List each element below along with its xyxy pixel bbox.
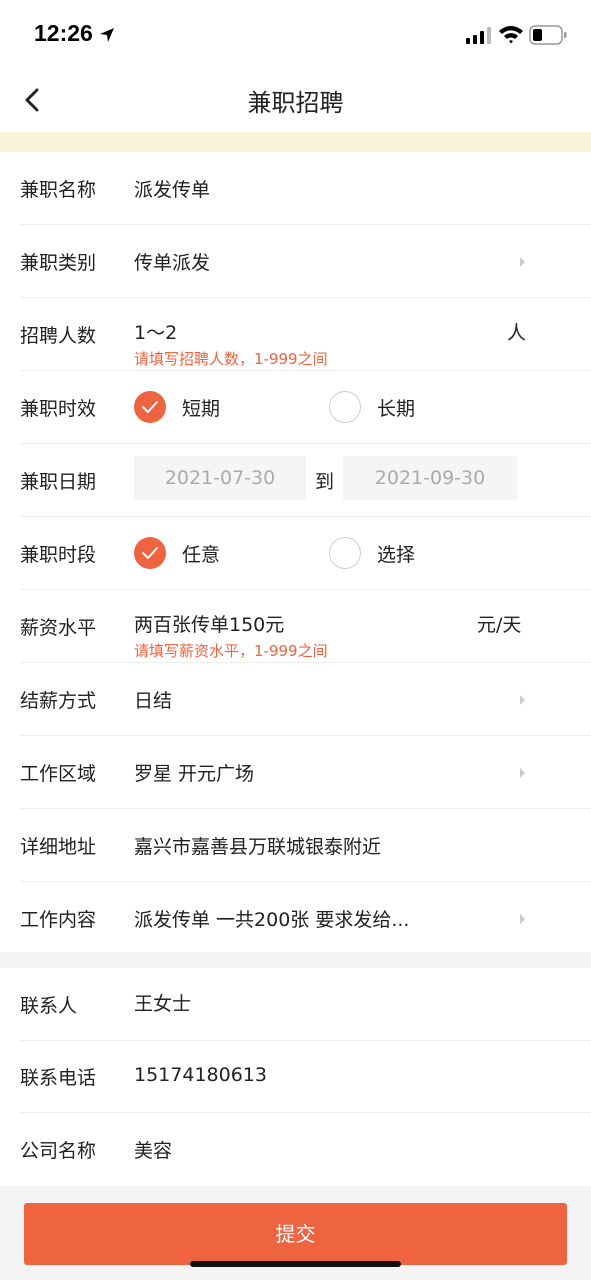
status-time: 12:26: [34, 20, 93, 46]
time-slot-row: 兼职时段 任意 选择: [0, 517, 591, 590]
job-name-input[interactable]: 派发传单: [134, 175, 210, 202]
chevron-right-icon: [520, 768, 525, 778]
content-row[interactable]: 工作内容 派发传单 一共200张 要求发给...: [0, 882, 591, 955]
salary-label: 薪资水平: [20, 617, 97, 639]
duration-short-radio[interactable]: [134, 391, 166, 423]
battery-icon: [529, 25, 567, 45]
address-label: 详细地址: [20, 836, 97, 858]
checkmark-icon: [142, 547, 158, 559]
dates-to-label: 到: [315, 471, 335, 493]
salary-row[interactable]: 薪资水平 两百张传单150元 元/天 请填写薪资水平，1-999之间: [0, 590, 591, 663]
salary-hint: 请填写薪资水平，1-999之间: [134, 642, 328, 660]
nav-bar: 兼职招聘: [0, 70, 591, 132]
headcount-hint: 请填写招聘人数，1-999之间: [134, 350, 328, 368]
settlement-row[interactable]: 结薪方式 日结: [0, 663, 591, 736]
job-category-row[interactable]: 兼职类别 传单派发: [0, 225, 591, 298]
location-arrow-icon: [100, 28, 114, 42]
contact-person-label: 联系人: [20, 995, 78, 1017]
job-name-row[interactable]: 兼职名称 派发传单: [0, 152, 591, 225]
salary-input[interactable]: 两百张传单150元: [134, 610, 284, 637]
job-category-value[interactable]: 传单派发: [134, 248, 210, 275]
notice-bar: [0, 132, 591, 152]
company-row[interactable]: 公司名称 美容: [0, 1113, 591, 1186]
address-row[interactable]: 详细地址 嘉兴市嘉善县万联城银泰附近: [0, 809, 591, 882]
duration-row: 兼职时效 短期 长期: [0, 371, 591, 444]
company-input[interactable]: 美容: [134, 1136, 172, 1163]
work-area-row[interactable]: 工作区域 罗星 开元广场: [0, 736, 591, 809]
duration-long-label[interactable]: 长期: [377, 394, 415, 421]
salary-unit: 元/天: [477, 614, 522, 636]
headcount-label: 招聘人数: [20, 325, 97, 347]
submit-button[interactable]: 提交: [24, 1203, 567, 1265]
status-bar: 12:26: [0, 0, 591, 70]
contact-phone-input[interactable]: 15174180613: [134, 1064, 267, 1086]
time-slot-choose-label[interactable]: 选择: [377, 540, 415, 567]
contact-person-row[interactable]: 联系人 王女士: [0, 968, 591, 1041]
work-area-label: 工作区域: [20, 763, 97, 785]
headcount-input[interactable]: 1～2: [134, 318, 177, 345]
dates-label: 兼职日期: [20, 471, 97, 493]
chevron-right-icon: [520, 914, 525, 924]
contact-phone-label: 联系电话: [20, 1067, 97, 1089]
contact-person-input[interactable]: 王女士: [134, 989, 191, 1016]
time-slot-any-radio[interactable]: [134, 537, 166, 569]
duration-long-radio[interactable]: [329, 391, 361, 423]
job-name-label: 兼职名称: [20, 179, 97, 201]
home-indicator: [190, 1261, 401, 1267]
chevron-right-icon: [520, 695, 525, 705]
contact-phone-row[interactable]: 联系电话 15174180613: [0, 1040, 591, 1113]
contact-section: 联系人 王女士 联系电话 15174180613 公司名称 美容: [0, 968, 591, 1186]
duration-short-label[interactable]: 短期: [182, 394, 220, 421]
time-slot-any-label[interactable]: 任意: [182, 540, 220, 567]
chevron-right-icon: [520, 257, 525, 267]
headcount-unit: 人: [507, 322, 527, 344]
company-label: 公司名称: [20, 1140, 97, 1162]
time-slot-label: 兼职时段: [20, 544, 97, 566]
settlement-label: 结薪方式: [20, 690, 97, 712]
start-date-field[interactable]: 2021-07-30: [134, 456, 306, 500]
end-date-field[interactable]: 2021-09-30: [343, 456, 517, 500]
work-area-value[interactable]: 罗星 开元广场: [134, 759, 254, 786]
job-form-section: 兼职名称 派发传单 兼职类别 传单派发 招聘人数 1～2 人 请填写招聘人数，1…: [0, 152, 591, 952]
job-category-label: 兼职类别: [20, 252, 97, 274]
content-label: 工作内容: [20, 909, 97, 931]
time-slot-choose-radio[interactable]: [329, 537, 361, 569]
checkmark-icon: [142, 401, 158, 413]
address-input[interactable]: 嘉兴市嘉善县万联城银泰附近: [134, 832, 381, 859]
duration-label: 兼职时效: [20, 398, 97, 420]
page-title: 兼职招聘: [247, 89, 344, 117]
wifi-icon: [499, 26, 523, 44]
content-value[interactable]: 派发传单 一共200张 要求发给...: [134, 905, 409, 932]
dates-row: 兼职日期 2021-07-30 到 2021-09-30: [0, 444, 591, 517]
headcount-row[interactable]: 招聘人数 1～2 人 请填写招聘人数，1-999之间: [0, 298, 591, 371]
signal-icon: [466, 27, 491, 44]
settlement-value[interactable]: 日结: [134, 686, 172, 713]
